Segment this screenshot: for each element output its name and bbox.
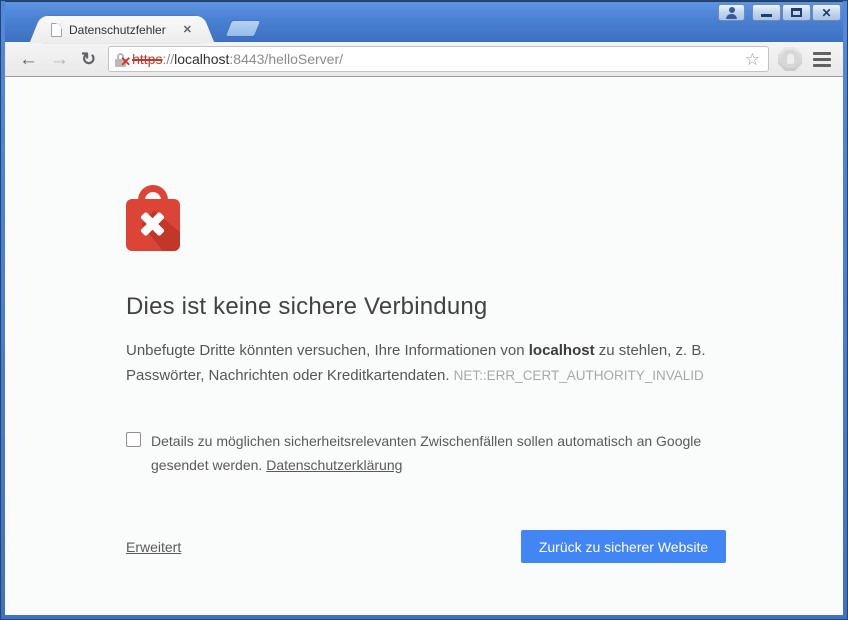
close-icon: ✕ bbox=[821, 7, 831, 19]
profile-button[interactable] bbox=[718, 4, 745, 21]
error-code: NET::ERR_CERT_AUTHORITY_INVALID bbox=[454, 368, 704, 383]
url-path: :8443/helloServer/ bbox=[229, 51, 343, 67]
report-option-row: Details zu möglichen sicherheitsrelevant… bbox=[126, 429, 726, 477]
minimize-button[interactable] bbox=[752, 4, 781, 21]
minimize-icon bbox=[761, 14, 772, 17]
hamburger-menu-icon[interactable] bbox=[809, 47, 835, 72]
person-icon bbox=[726, 7, 737, 19]
page-document-icon bbox=[51, 23, 62, 37]
window-controls: ✕ bbox=[717, 4, 841, 21]
url-scheme: https bbox=[132, 51, 162, 67]
url-separator: :// bbox=[162, 51, 174, 67]
report-checkbox-label: Details zu möglichen sicherheitsrelevant… bbox=[151, 433, 701, 473]
page-content: Dies ist keine sichere Verbindung Unbefu… bbox=[5, 77, 843, 615]
privacy-policy-link[interactable]: Datenschutzerklärung bbox=[266, 457, 402, 473]
browser-toolbar: ← → ↻ ✕ https://localhost:8443/helloServ… bbox=[5, 42, 843, 77]
new-tab-button[interactable] bbox=[226, 21, 260, 36]
close-button[interactable]: ✕ bbox=[812, 4, 841, 21]
url-host: localhost bbox=[174, 51, 229, 67]
warning-text-part1: Unbefugte Dritte könnten versuchen, Ihre… bbox=[126, 342, 529, 359]
advanced-link[interactable]: Erweitert bbox=[126, 539, 181, 555]
forward-button[interactable]: → bbox=[44, 48, 75, 71]
maximize-button[interactable] bbox=[782, 4, 811, 21]
stop-hand-extension-icon[interactable] bbox=[778, 47, 802, 71]
ssl-interstitial: Dies ist keine sichere Verbindung Unbefu… bbox=[126, 185, 726, 563]
tab-close-icon[interactable]: ✕ bbox=[180, 21, 195, 38]
back-button[interactable]: ← bbox=[13, 48, 44, 71]
report-checkbox[interactable] bbox=[126, 432, 141, 447]
bookmark-star-icon[interactable]: ☆ bbox=[743, 51, 762, 68]
browser-window: Datenschutzfehler ✕ ✕ bbox=[0, 0, 848, 620]
action-row: Erweitert Zurück zu sicherer Website bbox=[126, 530, 726, 563]
broken-lock-icon[interactable]: ✕ bbox=[115, 52, 128, 67]
warning-host: localhost bbox=[529, 342, 595, 359]
maximize-icon bbox=[791, 8, 802, 17]
address-bar[interactable]: ✕ https://localhost:8443/helloServer/ ☆ bbox=[108, 46, 769, 72]
tab-datenschutzfehler[interactable]: Datenschutzfehler ✕ bbox=[43, 16, 201, 43]
reload-button[interactable]: ↻ bbox=[75, 48, 102, 70]
back-to-safety-button[interactable]: Zurück zu sicherer Website bbox=[521, 530, 726, 563]
page-title: Dies ist keine sichere Verbindung bbox=[126, 293, 726, 321]
warning-text: Unbefugte Dritte könnten versuchen, Ihre… bbox=[126, 338, 726, 388]
red-broken-lock-icon bbox=[126, 185, 180, 251]
titlebar: Datenschutzfehler ✕ ✕ bbox=[5, 1, 843, 42]
tab-title: Datenschutzfehler bbox=[69, 23, 180, 37]
